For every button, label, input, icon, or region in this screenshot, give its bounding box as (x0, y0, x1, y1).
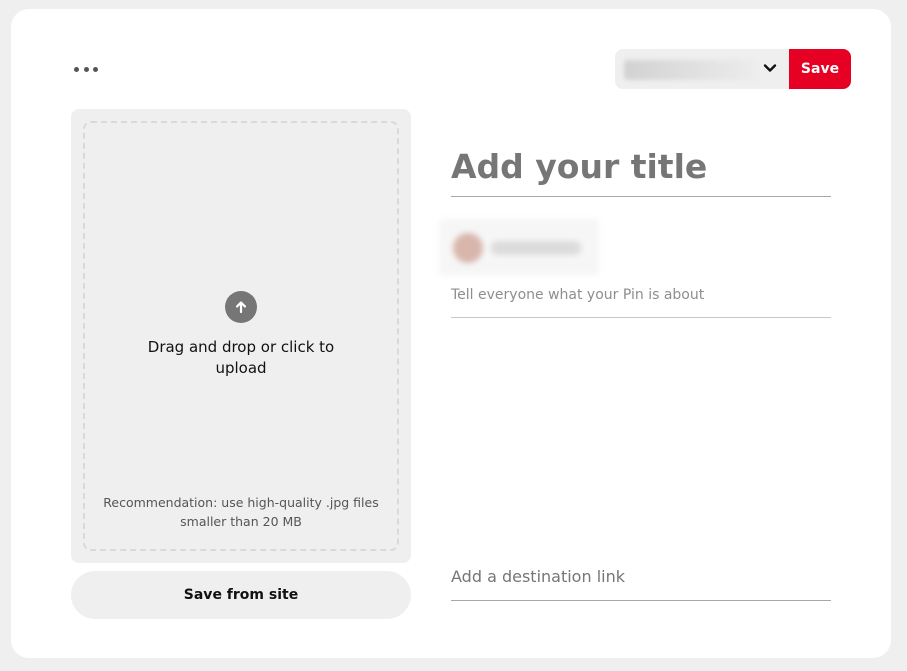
upload-panel: Drag and drop or click to upload Recomme… (71, 109, 411, 563)
title-input[interactable]: Add your title (451, 144, 831, 197)
description-input[interactable]: Tell everyone what your Pin is about (451, 287, 831, 318)
pin-builder-card: Save Drag and drop or click to upload Re… (11, 9, 891, 658)
chevron-down-icon (763, 64, 777, 72)
save-button[interactable]: Save (789, 49, 851, 89)
more-options-button[interactable] (74, 61, 98, 77)
upload-prompt: Drag and drop or click to upload (147, 338, 335, 377)
board-select-dropdown[interactable] (615, 49, 789, 89)
user-name-redacted (491, 241, 581, 255)
upload-dropzone[interactable]: Drag and drop or click to upload Recomme… (83, 121, 399, 551)
arrow-up-circle-icon (225, 291, 257, 323)
user-profile-redacted (439, 219, 599, 275)
save-from-site-button[interactable]: Save from site (71, 571, 411, 619)
destination-link-input[interactable]: Add a destination link (451, 567, 831, 601)
upload-recommendation: Recommendation: use high-quality .jpg fi… (103, 495, 379, 529)
ellipsis-icon (74, 66, 79, 72)
board-name-redacted (624, 60, 756, 80)
avatar (453, 233, 483, 263)
